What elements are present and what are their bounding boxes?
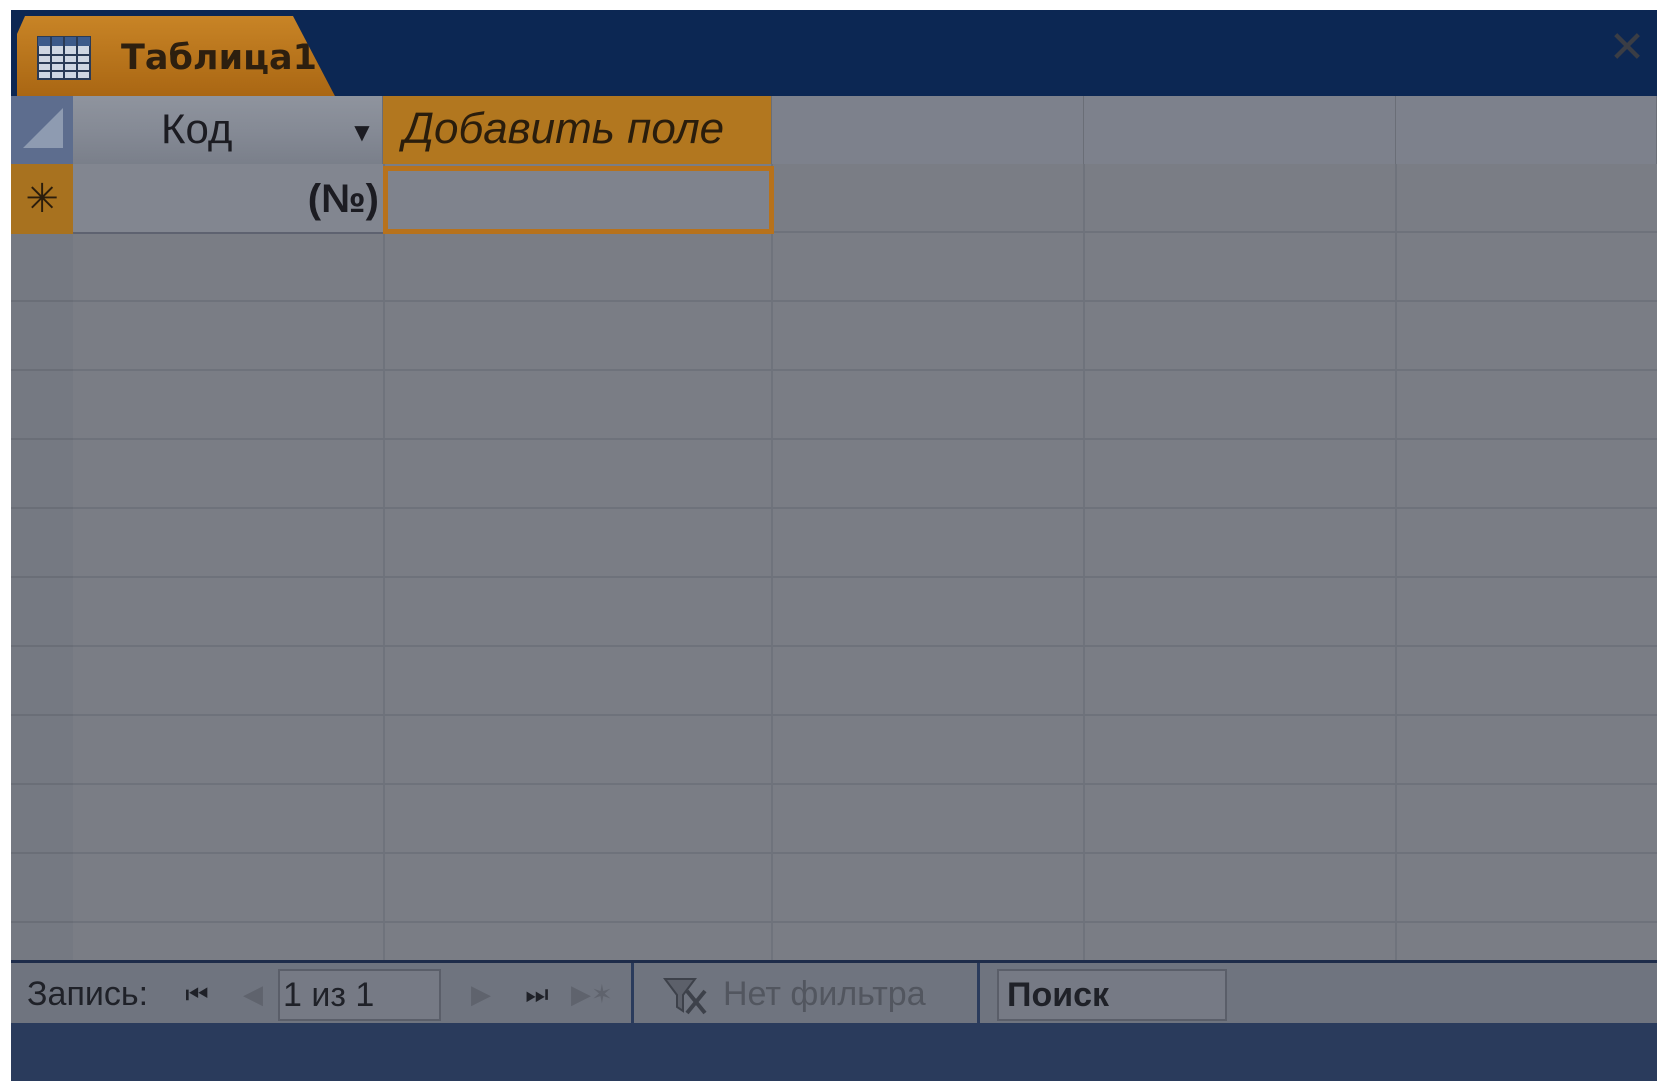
previous-record-icon[interactable]: ◀ (235, 975, 271, 1015)
datasheet-grid: Код ▼ Добавить поле ✳ (№) (11, 96, 1657, 968)
filter-status-label[interactable]: Нет фильтра (723, 971, 926, 1017)
new-record-selector[interactable]: ✳ (11, 164, 73, 234)
record-label: Запись: (27, 975, 149, 1013)
statusbar-divider (631, 963, 634, 1023)
record-navigation-bar: Запись: ⏮ ◀ 1 из 1 ▶ ⏭ ▶✶ Нет фильтра По… (11, 960, 1657, 1081)
next-record-icon[interactable]: ▶ (463, 975, 499, 1015)
column-header-add-field[interactable]: Добавить поле (383, 96, 772, 164)
column-header-label: Код (161, 105, 233, 152)
select-all-button[interactable] (11, 96, 73, 164)
chevron-down-icon[interactable]: ▼ (350, 120, 374, 144)
current-record-field[interactable]: 1 из 1 (278, 969, 441, 1021)
row-selector-column (11, 164, 73, 968)
last-record-icon[interactable]: ⏭ (519, 975, 555, 1015)
table-window: Таблица1 ✕ Код ▼ Добавить поле ✳ (№) Зап… (11, 10, 1657, 1081)
column-header-kod[interactable]: Код ▼ (73, 96, 383, 164)
new-record-kod-cell[interactable]: (№) (73, 164, 383, 234)
empty-grid-cells (73, 164, 1657, 968)
document-tab[interactable]: Таблица1 (17, 16, 337, 100)
first-record-icon[interactable]: ⏮ (179, 975, 215, 1015)
close-icon[interactable]: ✕ (1607, 26, 1647, 70)
document-tab-bar: Таблица1 ✕ (11, 10, 1657, 100)
no-filter-icon[interactable] (661, 973, 709, 1017)
add-field-label: Добавить поле (403, 104, 725, 153)
column-header-empty (1396, 96, 1657, 164)
record-navigation-inner: Запись: ⏮ ◀ 1 из 1 ▶ ⏭ ▶✶ Нет фильтра По… (11, 963, 1657, 1023)
statusbar-divider (977, 963, 980, 1023)
column-header-empty (1084, 96, 1396, 164)
select-all-triangle-icon (23, 108, 63, 148)
new-record-add-field-cell[interactable] (383, 166, 774, 234)
column-header-empty (772, 96, 1084, 164)
search-input[interactable]: Поиск (997, 969, 1227, 1021)
new-record-icon[interactable]: ▶✶ (571, 975, 613, 1015)
tab-title: Таблица1 (121, 38, 318, 78)
datasheet-grid-icon (37, 36, 91, 80)
autonumber-placeholder: (№) (307, 177, 379, 221)
